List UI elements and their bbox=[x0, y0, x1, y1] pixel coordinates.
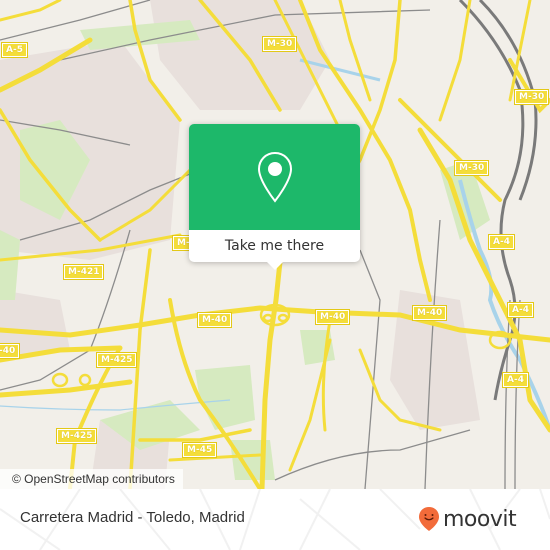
moovit-smiley-pin-icon bbox=[419, 507, 439, 531]
road-label-m40: M-40 bbox=[196, 312, 233, 328]
road-label-a4: A-4 bbox=[507, 302, 534, 318]
map-attribution[interactable]: © OpenStreetMap contributors bbox=[0, 469, 183, 489]
road-label-m421: M-421 bbox=[62, 264, 105, 280]
popup-pointer bbox=[266, 261, 284, 270]
take-me-there-button[interactable]: Take me there bbox=[189, 230, 360, 262]
road-label-m30: M-30 bbox=[513, 89, 550, 105]
road-label-m30: M-30 bbox=[261, 36, 298, 52]
road-label-a4: A-4 bbox=[488, 234, 515, 250]
map-view[interactable]: A-5 M-30 M-30 M-30 M-421 M-40 M-40 M-40 … bbox=[0, 0, 550, 489]
place-name: Carretera Madrid - Toledo, Madrid bbox=[20, 509, 245, 526]
road-label-a5: A-5 bbox=[1, 42, 28, 58]
road-label-m45: M-45 bbox=[181, 442, 218, 458]
footer-bar: Carretera Madrid - Toledo, Madrid moovit bbox=[0, 489, 550, 550]
road-label-m425: M-425 bbox=[55, 428, 98, 444]
popup-header bbox=[189, 124, 360, 230]
road-label-m30: M-30 bbox=[453, 160, 490, 176]
road-label-m40: M-40 bbox=[0, 343, 21, 359]
destination-popup: Take me there bbox=[189, 124, 360, 270]
location-pin-icon bbox=[257, 151, 292, 203]
road-label-m40: M-40 bbox=[411, 305, 448, 321]
road-label-m40: M-40 bbox=[314, 309, 351, 325]
road-label-m425: M-425 bbox=[95, 352, 138, 368]
moovit-logo[interactable]: moovit bbox=[418, 505, 517, 533]
road-label-a4: A-4 bbox=[502, 372, 529, 388]
moovit-wordmark: moovit bbox=[443, 506, 517, 532]
